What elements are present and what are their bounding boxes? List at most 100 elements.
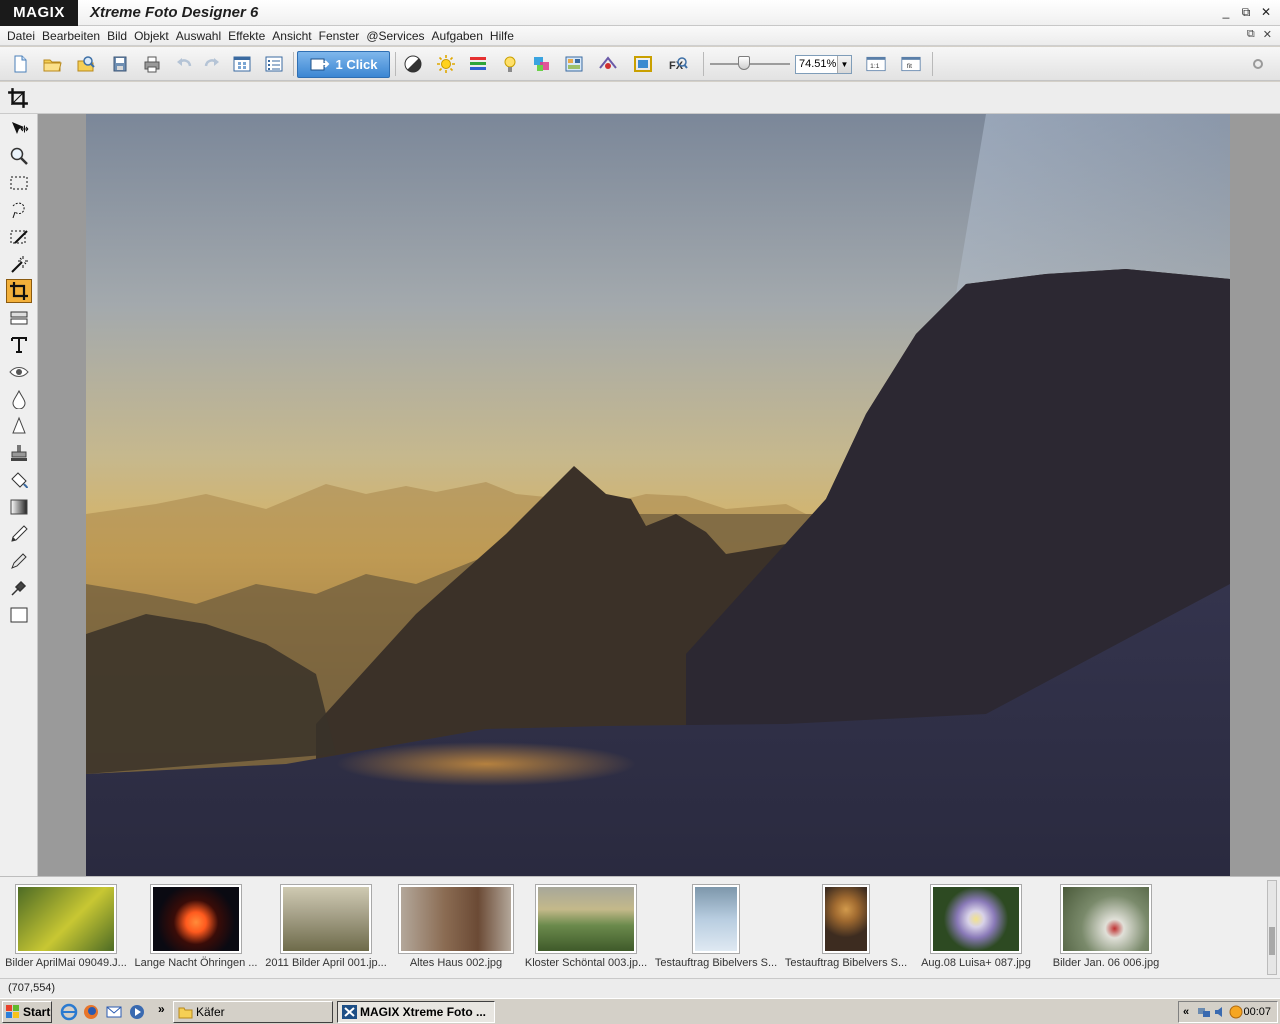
zoom-1-1-button[interactable]: 1:1 bbox=[862, 52, 890, 76]
save-icon[interactable] bbox=[108, 52, 132, 76]
picture-frame-icon[interactable] bbox=[562, 52, 586, 76]
undo-icon[interactable] bbox=[172, 52, 196, 76]
fit-frame-icon[interactable] bbox=[631, 52, 655, 76]
print-icon[interactable] bbox=[140, 52, 164, 76]
menu-aufgaben[interactable]: Aufgaben bbox=[431, 26, 489, 46]
menu-auswahl[interactable]: Auswahl bbox=[175, 26, 227, 46]
crop-options-icon[interactable] bbox=[7, 87, 29, 109]
menu-hilfe[interactable]: Hilfe bbox=[489, 26, 520, 46]
sharpen-tool-icon[interactable] bbox=[6, 414, 32, 438]
thumbnail-image[interactable] bbox=[1061, 885, 1151, 953]
thumbnail-image[interactable] bbox=[151, 885, 241, 953]
color-swatch-icon[interactable] bbox=[6, 603, 32, 627]
text-tool-icon[interactable] bbox=[6, 333, 32, 357]
zoom-tool-icon[interactable] bbox=[6, 144, 32, 168]
pencil-tool-icon[interactable] bbox=[6, 549, 32, 573]
tray-expand-chevron[interactable]: « bbox=[1183, 1002, 1189, 1022]
help-icon[interactable] bbox=[1246, 52, 1270, 76]
thumbnail[interactable]: Aug.08 Luisa+ 087.jpg bbox=[918, 885, 1034, 969]
new-file-icon[interactable] bbox=[8, 52, 32, 76]
task-label: MAGIX Xtreme Foto ... bbox=[360, 1005, 487, 1019]
fit-window-button[interactable]: fit bbox=[897, 52, 925, 76]
filmstrip-scrollbar[interactable] bbox=[1267, 880, 1277, 975]
open-folder-icon[interactable] bbox=[40, 52, 64, 76]
internet-explorer-icon[interactable] bbox=[60, 1003, 78, 1021]
color-balance-icon[interactable] bbox=[466, 52, 490, 76]
toolbar-separator bbox=[932, 52, 933, 76]
close-button[interactable]: ✕ bbox=[1258, 4, 1274, 20]
contrast-icon[interactable] bbox=[401, 52, 425, 76]
brush-tool-icon[interactable] bbox=[6, 522, 32, 546]
scrollbar-thumb[interactable] bbox=[1269, 927, 1275, 955]
toolbar-separator bbox=[395, 52, 396, 76]
zoom-select[interactable]: 74.51% ▼ bbox=[795, 55, 852, 74]
thumbnail-image[interactable] bbox=[693, 885, 739, 953]
rectangle-select-icon[interactable] bbox=[6, 171, 32, 195]
brush-select-icon[interactable] bbox=[6, 225, 32, 249]
firefox-icon[interactable] bbox=[82, 1003, 100, 1021]
lasso-icon[interactable] bbox=[6, 198, 32, 222]
menu-objekt[interactable]: Objekt bbox=[133, 26, 175, 46]
security-icon[interactable] bbox=[1229, 1005, 1243, 1019]
magic-wand-icon[interactable] bbox=[6, 252, 32, 276]
media-player-icon[interactable] bbox=[128, 1003, 146, 1021]
red-eye-tool-icon[interactable] bbox=[6, 360, 32, 384]
mdi-close-button[interactable]: ✕ bbox=[1263, 28, 1272, 41]
thumbnail-image[interactable] bbox=[281, 885, 371, 953]
paint-bucket-icon[interactable] bbox=[6, 468, 32, 492]
one-click-button[interactable]: 1 Click bbox=[297, 51, 390, 78]
thumbnail[interactable]: Altes Haus 002.jpg bbox=[398, 885, 514, 969]
red-eye-icon[interactable] bbox=[596, 52, 620, 76]
taskbar-magix-app[interactable]: MAGIX Xtreme Foto ... bbox=[337, 1001, 495, 1023]
menu-fenster[interactable]: Fenster bbox=[318, 26, 366, 46]
thumbnail-image[interactable] bbox=[536, 885, 636, 953]
menu-effekte[interactable]: Effekte bbox=[227, 26, 271, 46]
thumbnail-caption: Testauftrag Bibelvers S... bbox=[784, 957, 908, 969]
move-tool-icon[interactable] bbox=[6, 117, 32, 141]
thumbnail[interactable]: Bilder Jan. 06 006.jpg bbox=[1046, 885, 1166, 969]
view-grid-icon[interactable] bbox=[230, 52, 254, 76]
thumbnail[interactable]: Kloster Schöntal 003.jp... bbox=[525, 885, 647, 969]
start-button[interactable]: Start bbox=[2, 1001, 52, 1023]
blur-drop-icon[interactable] bbox=[6, 387, 32, 411]
thumbnail-image[interactable] bbox=[931, 885, 1021, 953]
mdi-restore-button[interactable]: ⧉ bbox=[1247, 28, 1255, 41]
menu-datei[interactable]: Datei bbox=[6, 26, 41, 46]
menu-bearbeiten[interactable]: Bearbeiten bbox=[41, 26, 106, 46]
clone-stamp-icon[interactable] bbox=[6, 441, 32, 465]
gradient-tool-icon[interactable] bbox=[6, 495, 32, 519]
one-click-icon bbox=[310, 58, 329, 70]
thumbnail[interactable]: 2011 Bilder April 001.jp... bbox=[265, 885, 387, 969]
thumbnail-image[interactable] bbox=[16, 885, 116, 953]
thumbnail-image[interactable] bbox=[399, 885, 513, 953]
thumbnail[interactable]: Lange Nacht Öhringen ... bbox=[135, 885, 257, 969]
zoom-slider-thumb[interactable] bbox=[738, 56, 750, 70]
photo-mountain-sunset[interactable] bbox=[86, 114, 1230, 876]
minimize-button[interactable]: _ bbox=[1218, 4, 1234, 20]
crop-tool-icon[interactable] bbox=[6, 279, 32, 303]
auto-correct-icon[interactable] bbox=[498, 52, 522, 76]
thumbnail[interactable]: Testauftrag Bibelvers S... bbox=[655, 885, 777, 969]
straighten-tool-icon[interactable] bbox=[6, 306, 32, 330]
browse-icon[interactable] bbox=[74, 52, 98, 76]
menu-bild[interactable]: Bild bbox=[106, 26, 133, 46]
taskbar-folder-kaefer[interactable]: Käfer bbox=[173, 1001, 333, 1023]
thumbnail[interactable]: Bilder AprilMai 09049.J... bbox=[5, 885, 127, 969]
brightness-icon[interactable] bbox=[434, 52, 458, 76]
outlook-express-icon[interactable] bbox=[105, 1003, 123, 1021]
color-correction-icon[interactable] bbox=[530, 52, 554, 76]
eyedropper-icon[interactable] bbox=[6, 576, 32, 600]
effects-fx-icon[interactable]: FX bbox=[666, 52, 690, 76]
redo-icon[interactable] bbox=[200, 52, 224, 76]
menu-services[interactable]: @Services bbox=[365, 26, 430, 46]
network-icon[interactable] bbox=[1197, 1005, 1211, 1019]
volume-icon[interactable] bbox=[1213, 1005, 1227, 1019]
chevron-down-icon[interactable]: ▼ bbox=[837, 56, 851, 73]
menu-ansicht[interactable]: Ansicht bbox=[271, 26, 317, 46]
thumbnail[interactable]: Testauftrag Bibelvers S... bbox=[784, 885, 908, 969]
thumbnail-image[interactable] bbox=[823, 885, 869, 953]
restore-button[interactable]: ⧉ bbox=[1238, 4, 1254, 20]
zoom-slider-track[interactable] bbox=[710, 63, 790, 65]
quick-launch-chevron[interactable]: » bbox=[158, 1002, 165, 1016]
view-list-icon[interactable] bbox=[262, 52, 286, 76]
